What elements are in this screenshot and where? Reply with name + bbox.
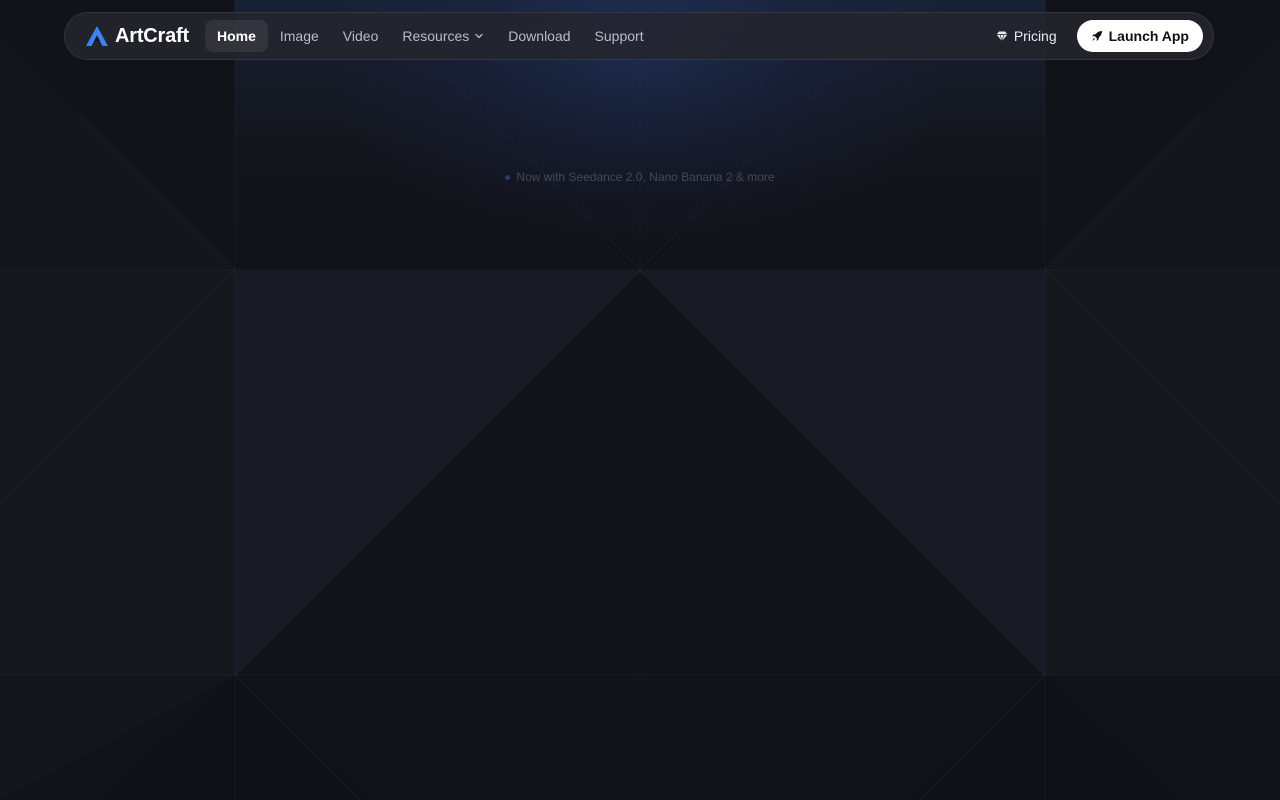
announcement-text: Now with Seedance 2.0, Nano Banana 2 & m…	[516, 170, 775, 184]
launch-app-label: Launch App	[1108, 28, 1189, 44]
pricing-label: Pricing	[1013, 28, 1057, 44]
background-pattern	[0, 0, 1280, 800]
brand-name: ArtCraft	[115, 24, 189, 47]
nav-item-label: Download	[508, 28, 571, 44]
artcraft-logo-icon	[86, 26, 108, 46]
announcement-banner[interactable]: Now with Seedance 2.0, Nano Banana 2 & m…	[0, 170, 1280, 184]
navbar: ArtCraft Home Image Video Resources Down…	[64, 12, 1214, 60]
rocket-icon	[1091, 31, 1102, 41]
pricing-link[interactable]: Pricing	[996, 28, 1057, 44]
nav-item-label: Resources	[402, 28, 470, 44]
nav-item-label: Image	[279, 28, 319, 44]
nav-item-label: Support	[594, 28, 644, 44]
nav-item-label: Video	[342, 28, 379, 44]
nav-actions: Pricing Launch App	[996, 20, 1203, 52]
gem-icon	[996, 31, 1008, 42]
nav-item-resources[interactable]: Resources	[390, 20, 496, 52]
page: ArtCraft Home Image Video Resources Down…	[0, 0, 1280, 800]
chevron-down-icon	[475, 33, 483, 39]
nav-item-home[interactable]: Home	[204, 20, 268, 52]
nav-links: Home Image Video Resources Download Supp…	[204, 20, 656, 52]
launch-app-button[interactable]: Launch App	[1076, 20, 1203, 52]
status-dot	[505, 174, 511, 180]
nav-item-download[interactable]: Download	[496, 20, 582, 52]
nav-item-label: Home	[216, 28, 256, 44]
nav-item-support[interactable]: Support	[583, 20, 656, 52]
nav-item-image[interactable]: Image	[268, 20, 331, 52]
nav-item-video[interactable]: Video	[331, 20, 391, 52]
brand-logo[interactable]: ArtCraft	[85, 25, 189, 48]
